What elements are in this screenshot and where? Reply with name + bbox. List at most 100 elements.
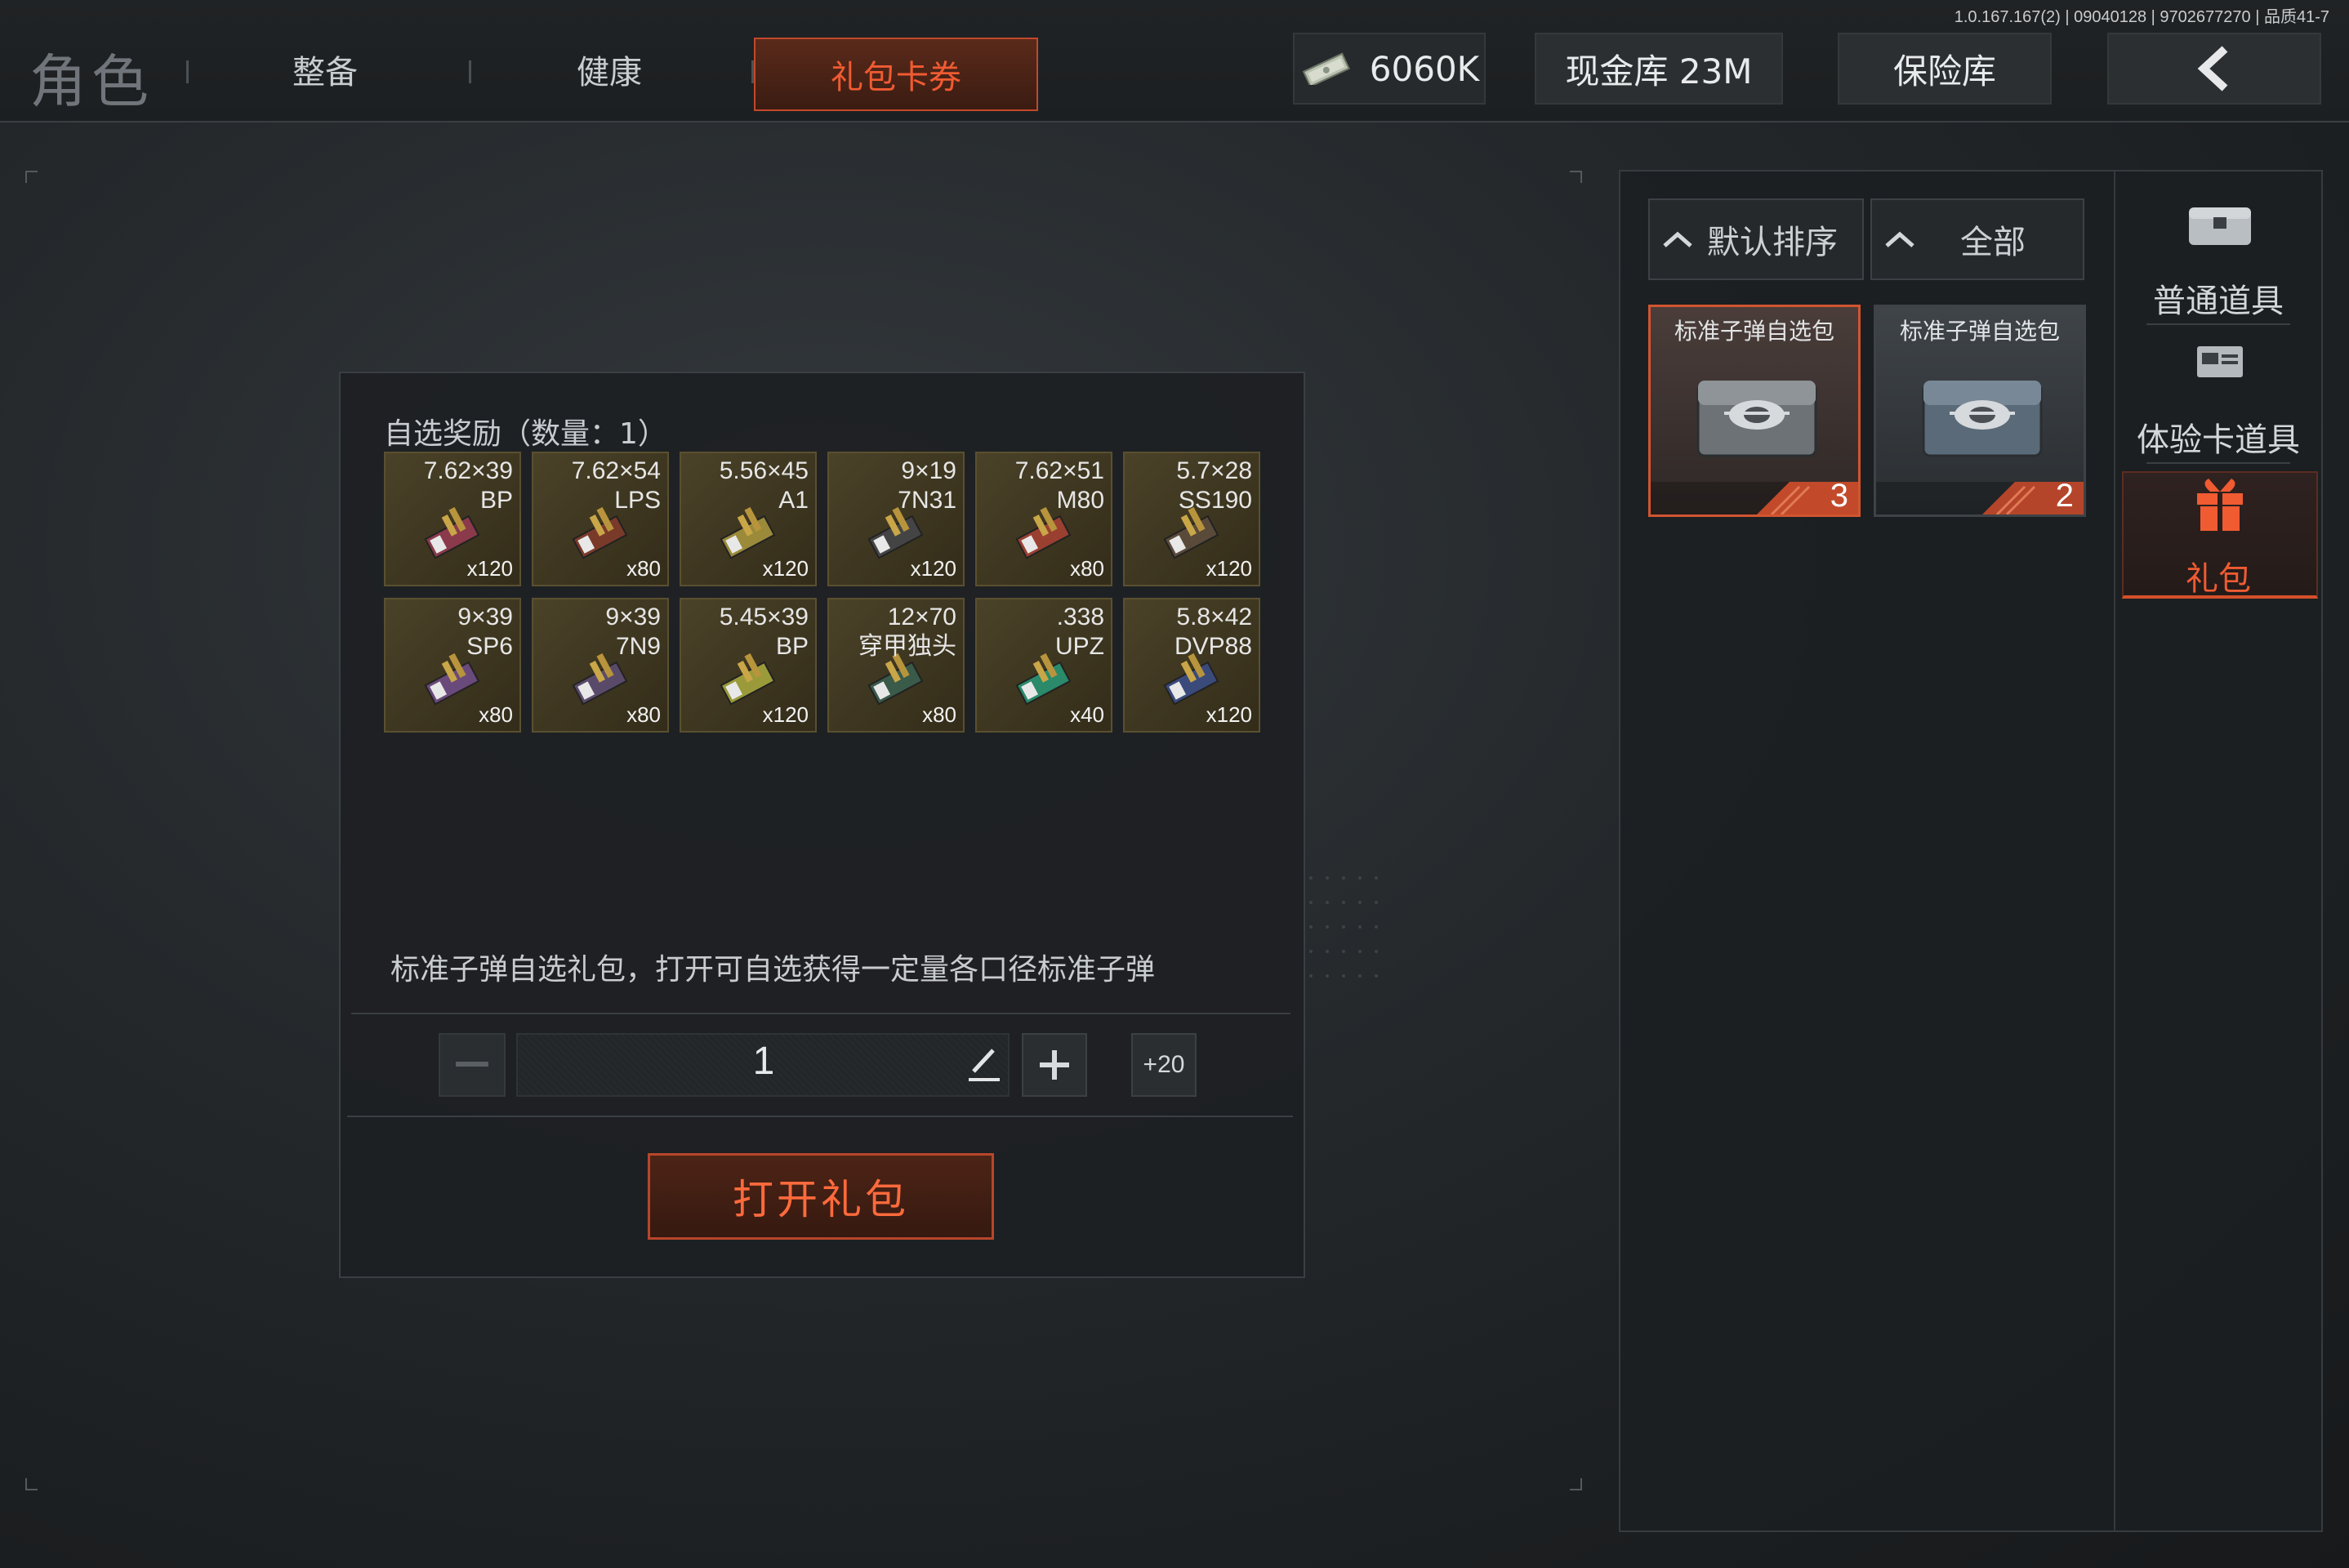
reward-item[interactable]: 7.62×51 M80 x80 [975,452,1112,586]
count-strip [1651,482,1858,514]
divider [2146,323,2290,325]
plus-icon [1040,1050,1069,1080]
reward-item[interactable]: 5.7×28 SS190 x120 [1123,452,1260,586]
gift-icon [2197,479,2243,531]
tab-divider [186,60,189,83]
ammo-caliber: 5.45×39 [719,604,809,630]
ammo-type: BP [479,487,513,514]
category-gift[interactable]: 礼包 [2124,552,2313,599]
tab-gift-coupons[interactable]: 礼包卡券 [754,38,1038,111]
ammo-quantity: x120 [466,556,513,581]
ammo-caliber: 5.7×28 [1176,457,1252,484]
ammo-type: SS190 [1178,487,1252,514]
crate-icon [1696,381,1817,457]
reward-item[interactable]: 9×39 7N9 x80 [532,598,669,733]
reward-item[interactable]: 5.8×42 DVP88 x120 [1123,598,1260,733]
tab-health[interactable]: 健康 [577,46,642,93]
increase-button[interactable] [1022,1033,1087,1097]
reward-item[interactable]: 12×70 穿甲独头 x80 [827,598,965,733]
filter-dropdown[interactable]: 全部 [1870,198,2084,280]
ammo-quantity: x120 [762,702,809,727]
reward-item[interactable]: 9×39 SP6 x80 [384,598,521,733]
reward-item[interactable]: 5.45×39 BP x120 [680,598,817,733]
reward-item[interactable]: 7.62×54 LPS x80 [532,452,669,586]
page-title: 角色 [29,48,154,115]
corner-bracket [25,171,38,183]
minus-icon [456,1062,488,1067]
back-arrow-icon [2197,46,2228,91]
ammo-quantity: x120 [910,556,956,581]
reward-item[interactable]: 7.62×39 BP x120 [384,452,521,586]
tab-equipment[interactable]: 整备 [292,46,358,93]
version-info: 1.0.167.167(2) | 09040128 | 9702677270 |… [1954,8,2329,26]
ammo-quantity: x80 [626,702,661,727]
sort-dropdown[interactable]: 默认排序 [1648,198,1864,280]
card-count: 2 [2055,478,2074,514]
ammo-quantity: x80 [1070,556,1104,581]
divider [2114,172,2115,1530]
open-gift-button[interactable]: 打开礼包 [648,1153,994,1240]
filter-label: 全部 [1960,224,2026,261]
money-icon [1299,52,1352,88]
ammo-caliber: 7.62×54 [571,457,661,484]
divider [347,1116,1293,1117]
ammo-caliber: 9×39 [457,604,513,630]
reward-item[interactable]: 5.56×45 A1 x120 [680,452,817,586]
ammo-quantity: x80 [479,702,513,727]
chevron-up-icon [1885,231,1914,247]
ammo-type: DVP88 [1174,633,1252,660]
ammo-type: A1 [778,487,809,514]
chest-icon [2189,207,2251,245]
ammo-quantity: x80 [626,556,661,581]
ammo-type: 7N31 [898,487,956,514]
edit-icon[interactable] [967,1045,1001,1083]
chevron-up-icon [1663,231,1692,247]
ammo-type: 7N9 [615,633,661,660]
category-trial-cards[interactable]: 体验卡道具 [2124,413,2313,461]
gift-description: 标准子弹自选礼包，打开可自选获得一定量各口径标准子弹 [390,953,1156,987]
decrease-button[interactable] [439,1033,506,1097]
corner-bracket [25,1478,38,1490]
ammo-quantity: x120 [1206,556,1252,581]
divider [2146,462,2290,464]
safe-button[interactable]: 保险库 [1838,33,2052,105]
card-name: 标准子弹自选包 [1674,318,1834,345]
reward-item[interactable]: .338 UPZ x40 [975,598,1112,733]
ammo-quantity: x120 [1206,702,1252,727]
card-icon [2197,346,2243,377]
reward-title: 自选奖励（数量：1） [384,417,667,451]
ammo-type: UPZ [1055,633,1104,660]
ammo-type: LPS [614,487,661,514]
ammo-type: SP6 [466,633,513,660]
add-20-button[interactable]: +20 [1131,1033,1197,1097]
ammo-caliber: 7.62×51 [1014,457,1104,484]
crate-icon [1922,381,2043,457]
category-normal-items[interactable]: 普通道具 [2124,274,2313,322]
ammo-quantity: x80 [922,702,956,727]
ammo-caliber: 5.56×45 [719,457,809,484]
back-button[interactable] [2107,33,2321,105]
inventory-card[interactable]: 标准子弹自选包 2 [1874,305,2086,517]
ammo-quantity: x120 [762,556,809,581]
corner-bracket [1570,171,1582,183]
divider [351,1013,1290,1014]
reward-item[interactable]: 9×19 7N31 x120 [827,452,965,586]
count-strip [1876,482,2084,514]
ammo-type: BP [775,633,809,660]
corner-bracket [1570,1478,1582,1490]
ammo-type: M80 [1056,487,1104,514]
ammo-caliber: 9×19 [901,457,956,484]
money-display: 6060K [1293,33,1486,105]
ammo-caliber: 9×39 [605,604,661,630]
ammo-caliber: 12×70 [887,604,956,630]
ammo-caliber: 5.8×42 [1176,604,1252,630]
ammo-caliber: .338 [1056,604,1104,630]
money-amount: 6060K [1369,48,1480,89]
quantity-value: 1 [752,1040,775,1083]
sort-label: 默认排序 [1707,224,1838,261]
inventory-card[interactable]: 标准子弹自选包 3 [1648,305,1861,517]
tab-divider [469,60,471,83]
cash-vault-button[interactable]: 现金库 23M [1535,33,1783,105]
card-count: 3 [1830,478,1848,514]
ammo-type: 穿甲独头 [858,633,956,660]
